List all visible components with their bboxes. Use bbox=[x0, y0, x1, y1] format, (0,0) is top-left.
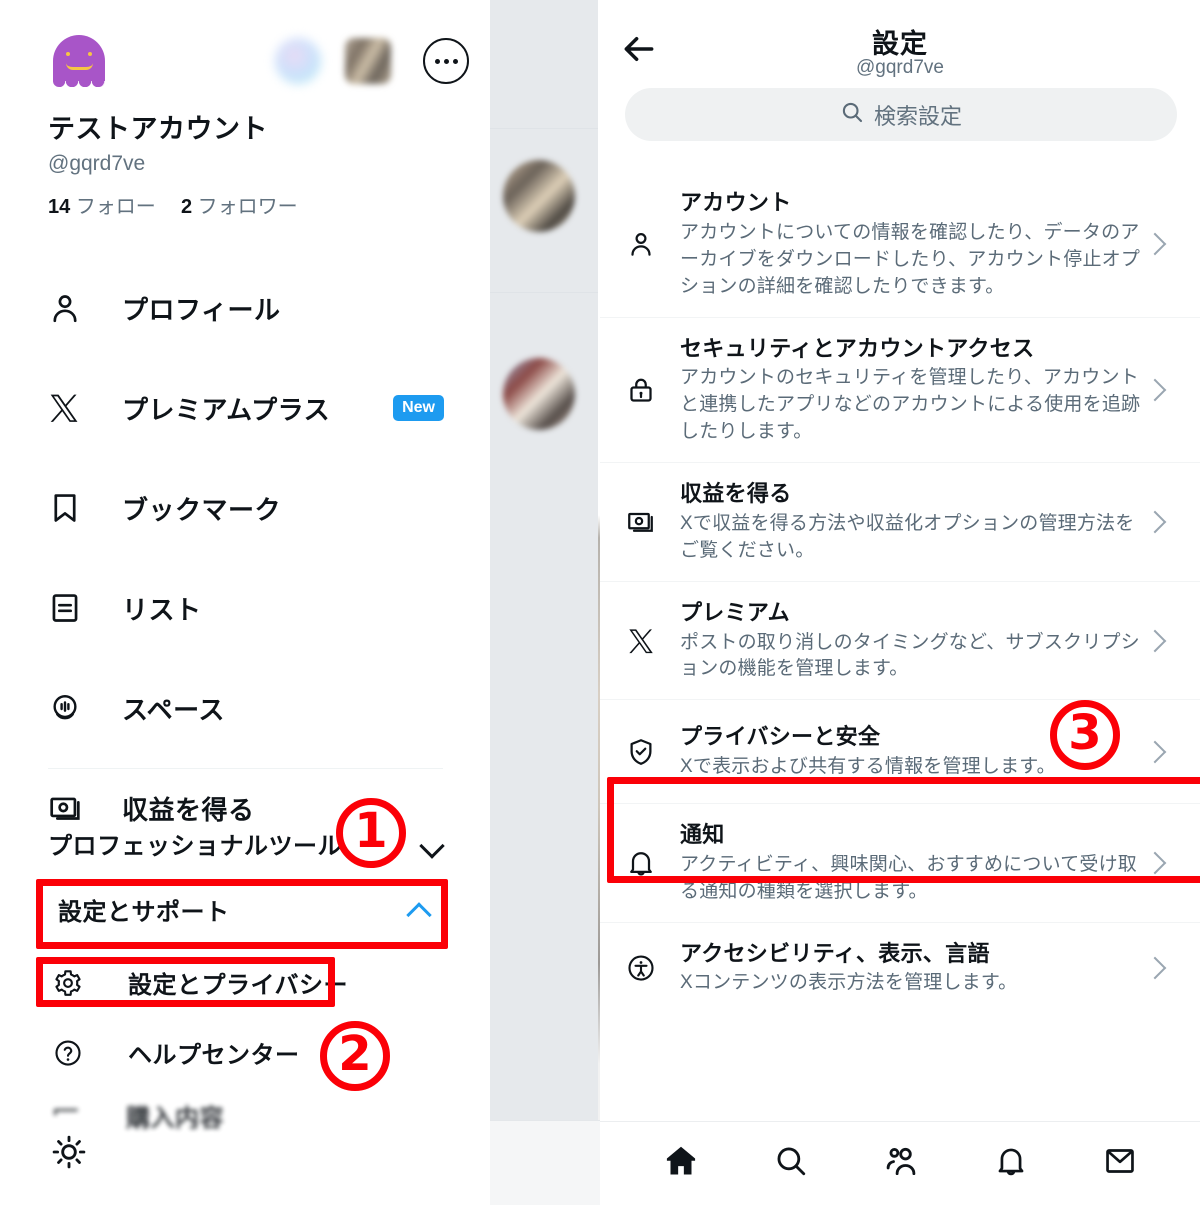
settings-row-description: Xコンテンツの表示方法を管理します。 bbox=[680, 972, 1018, 994]
page-title: 設定 bbox=[872, 29, 928, 59]
money-icon bbox=[48, 791, 94, 825]
following-label[interactable]: フォロー bbox=[76, 196, 156, 218]
settings-row-description: アカウントのセキュリティを管理したり、アカウントと連携したアプリなどのアカウント… bbox=[680, 367, 1141, 443]
blurred-avatar[interactable] bbox=[275, 38, 321, 84]
annotation-box-settings-support bbox=[36, 879, 448, 949]
sidebar-item-spaces[interactable]: スペース bbox=[48, 658, 448, 758]
settings-row-description: アカウントについての情報を確認したり、データのアーカイブをダウンロードしたり、ア… bbox=[680, 221, 1141, 297]
settings-row-accessibility[interactable]: アクセシビリティ、表示、言語 Xコンテンツの表示方法を管理します。 bbox=[600, 923, 1200, 1014]
blurred-avatar[interactable] bbox=[345, 38, 391, 84]
search-input[interactable]: 検索設定 bbox=[625, 88, 1177, 141]
chevron-right-icon bbox=[1144, 960, 1166, 976]
left-account-drawer: テストアカウント @gqrd7ve 14 フォロー 2 フォロワー プロフィール… bbox=[0, 0, 490, 1205]
profile-stats: 14 フォロー 2 フォロワー bbox=[48, 190, 298, 219]
purchases-icon bbox=[48, 1101, 84, 1131]
settings-item-list: アカウント アカウントについての情報を確認したり、データのアーカイブをダウンロー… bbox=[600, 172, 1200, 1013]
settings-row-title: アクセシビリティ、表示、言語 bbox=[680, 940, 990, 966]
page-subtitle-handle: @gqrd7ve bbox=[856, 57, 944, 78]
bookmark-icon bbox=[48, 491, 94, 525]
person-icon bbox=[48, 291, 94, 325]
x-logo-icon bbox=[48, 392, 94, 424]
settings-row-account[interactable]: アカウント アカウントについての情報を確認したり、データのアーカイブをダウンロー… bbox=[600, 172, 1200, 317]
bottom-navigation-bar bbox=[600, 1121, 1200, 1205]
background-timeline-content bbox=[490, 0, 600, 1125]
sidebar-item-label: リスト bbox=[122, 594, 202, 625]
settings-row-premium[interactable]: プレミアム ポストの取り消しのタイミングなど、サブスクリプションの機能を管理しま… bbox=[600, 582, 1200, 700]
mail-icon[interactable] bbox=[1103, 1144, 1137, 1183]
profile-handle: @gqrd7ve bbox=[48, 152, 146, 175]
settings-row-description: Xで収益を得る方法や収益化オプションの管理方法をご覧ください。 bbox=[680, 512, 1135, 561]
accessibility-icon bbox=[618, 953, 664, 983]
chevron-right-icon bbox=[1144, 236, 1166, 252]
settings-row-description: ポストの取り消しのタイミングなど、サブスクリプションの機能を管理します。 bbox=[680, 631, 1140, 680]
bell-icon[interactable] bbox=[994, 1144, 1028, 1183]
sidebar-item-premium-plus[interactable]: プレミアムプラス New bbox=[48, 358, 448, 458]
sun-icon[interactable] bbox=[50, 1133, 88, 1176]
screenshot-root: テストアカウント @gqrd7ve 14 フォロー 2 フォロワー プロフィール… bbox=[0, 0, 1200, 1205]
chevron-right-icon bbox=[1144, 514, 1166, 530]
blurred-avatar bbox=[503, 160, 575, 232]
more-horizontal-icon[interactable] bbox=[423, 38, 469, 84]
sidebar-item-bookmarks[interactable]: ブックマーク bbox=[48, 458, 448, 558]
settings-drawer: 設定 @gqrd7ve 検索設定 アカウント アカウントについての情報を確認した… bbox=[600, 0, 1200, 1205]
annotation-marker-2: 2 bbox=[320, 1021, 390, 1091]
background-timeline-strip bbox=[490, 0, 600, 1205]
list-icon bbox=[48, 591, 94, 625]
following-count: 14 bbox=[48, 196, 71, 218]
new-badge: New bbox=[393, 395, 444, 421]
chevron-right-icon bbox=[1144, 382, 1166, 398]
sidebar-item-label: プレミアムプラス bbox=[122, 394, 331, 425]
settings-row-title: プレミアム bbox=[680, 599, 790, 625]
help-center-label: ヘルプセンター bbox=[128, 1042, 300, 1069]
sidebar-item-label: プロフィール bbox=[122, 294, 281, 325]
shield-check-icon bbox=[618, 737, 664, 767]
chevron-right-icon bbox=[1144, 633, 1166, 649]
home-icon[interactable] bbox=[663, 1143, 699, 1184]
lock-icon bbox=[618, 375, 664, 405]
purchases-label: 購入内容 bbox=[126, 1105, 224, 1132]
ghost-avatar[interactable] bbox=[48, 30, 110, 92]
settings-row-title: プライバシーと安全 bbox=[680, 724, 881, 750]
annotation-marker-3: 3 bbox=[1050, 700, 1120, 770]
settings-row-title: アカウント bbox=[680, 190, 792, 215]
annotation-marker-number: 3 bbox=[1068, 705, 1102, 761]
annotation-marker-number: 1 bbox=[354, 803, 388, 859]
annotation-box-privacy-safety bbox=[607, 777, 1200, 883]
purchases-item[interactable]: 購入内容 bbox=[48, 1098, 224, 1133]
help-center-item[interactable]: ヘルプセンター bbox=[50, 1035, 300, 1070]
profile-display-name: テストアカウント bbox=[48, 114, 268, 144]
followers-label[interactable]: フォロワー bbox=[198, 196, 298, 218]
sidebar-item-profile[interactable]: プロフィール bbox=[48, 258, 448, 358]
spaces-icon bbox=[48, 691, 94, 725]
sidebar-item-label: スペース bbox=[122, 694, 225, 725]
settings-row-monetization[interactable]: 収益を得る Xで収益を得る方法や収益化オプションの管理方法をご覧ください。 bbox=[600, 463, 1200, 581]
search-placeholder: 検索設定 bbox=[873, 103, 962, 129]
settings-row-security[interactable]: セキュリティとアカウントアクセス アカウントのセキュリティを管理したり、アカウン… bbox=[600, 318, 1200, 463]
search-icon bbox=[840, 100, 864, 129]
drawer-divider bbox=[48, 768, 443, 769]
annotation-box-settings-privacy bbox=[36, 957, 335, 1007]
search-icon[interactable] bbox=[774, 1144, 808, 1183]
sidebar-item-label: ブックマーク bbox=[122, 494, 282, 525]
chevron-right-icon bbox=[1144, 744, 1166, 760]
sidebar-item-lists[interactable]: リスト bbox=[48, 558, 448, 658]
money-icon bbox=[618, 507, 664, 537]
settings-row-title: 収益を得る bbox=[680, 481, 792, 507]
followers-count: 2 bbox=[180, 196, 193, 218]
x-logo-icon bbox=[618, 627, 664, 655]
person-icon bbox=[618, 229, 664, 259]
annotation-marker-1: 1 bbox=[336, 798, 406, 868]
chevron-down-icon bbox=[421, 833, 443, 855]
annotation-marker-number: 2 bbox=[338, 1026, 372, 1082]
sidebar-item-label: 収益を得る bbox=[122, 794, 255, 825]
background-bottom-nav bbox=[490, 1120, 600, 1205]
settings-row-title: セキュリティとアカウントアクセス bbox=[680, 335, 1035, 361]
blurred-avatar bbox=[503, 358, 575, 430]
communities-icon[interactable] bbox=[883, 1143, 919, 1184]
help-circle-icon bbox=[50, 1038, 86, 1068]
professional-tools-label: プロフェッショナルツール bbox=[48, 833, 342, 860]
profile-header-row bbox=[48, 30, 469, 96]
